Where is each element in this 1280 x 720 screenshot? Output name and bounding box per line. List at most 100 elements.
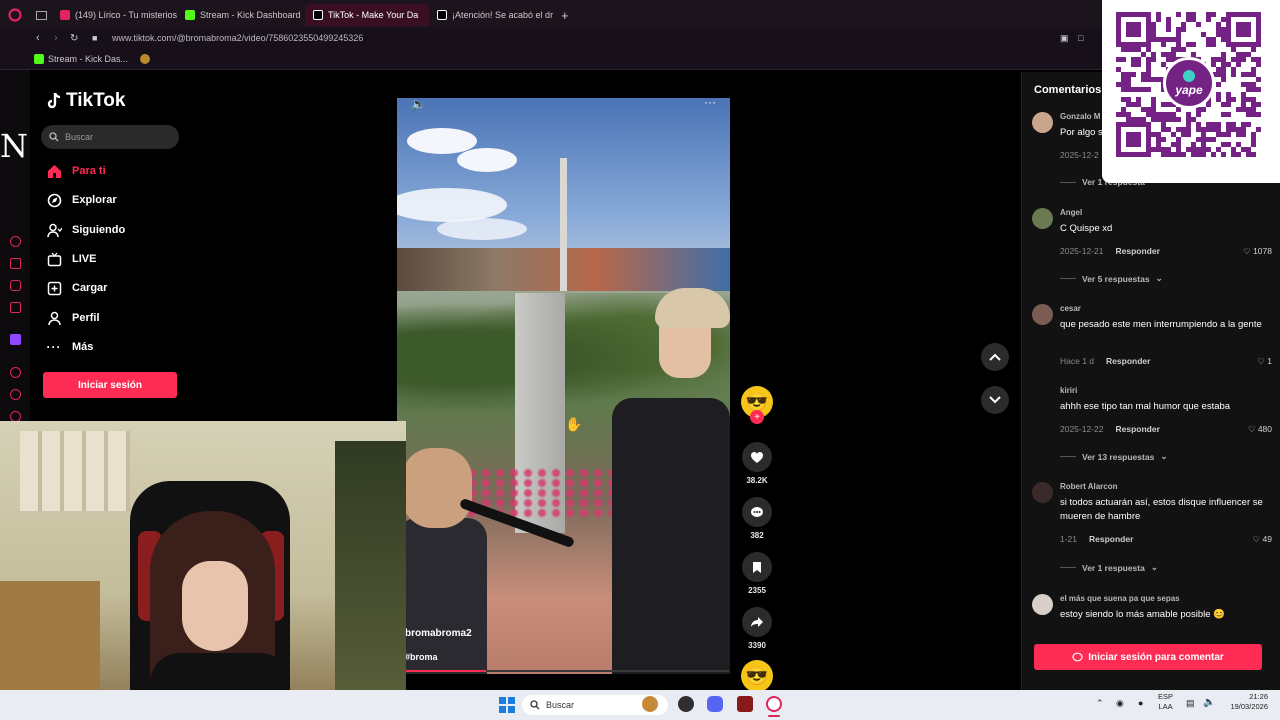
language-indicator[interactable]: ESP LAA <box>1158 692 1173 712</box>
comment-user[interactable]: Angel <box>1060 208 1082 217</box>
qr-module <box>1146 107 1151 112</box>
like-value: 480 <box>1257 424 1272 434</box>
reply-button[interactable]: Responder <box>1115 246 1159 256</box>
obs-icon[interactable] <box>678 696 694 712</box>
tab-tiktok[interactable]: TikTok - Make Your Da <box>305 4 429 26</box>
twitch-icon[interactable] <box>10 334 21 345</box>
forward-icon[interactable]: › <box>54 32 58 44</box>
video-more-icon[interactable]: ··· <box>704 98 716 109</box>
reply-button[interactable]: Responder <box>1089 534 1133 544</box>
tiktok-logo[interactable]: TikTok <box>46 90 125 112</box>
back-icon[interactable]: ‹ <box>36 32 40 44</box>
opera-icon[interactable] <box>766 696 782 712</box>
messenger-icon[interactable] <box>10 280 21 291</box>
qr-module <box>1131 117 1136 122</box>
reply-button[interactable]: Responder <box>1106 356 1150 366</box>
qr-module <box>1236 132 1241 137</box>
tab-tiktok-2[interactable]: ¡Atención! Se acabó el dra <box>429 4 553 26</box>
nav-perfil[interactable]: Perfil <box>46 310 100 326</box>
pinboard-icon[interactable] <box>10 302 21 313</box>
qr-module <box>1206 42 1211 47</box>
reply-button[interactable]: Responder <box>1115 424 1159 434</box>
reload-icon[interactable]: ↻ <box>70 33 78 44</box>
pin-icon[interactable]: ▣ <box>1060 33 1069 44</box>
nav-explorar[interactable]: Explorar <box>46 192 117 208</box>
new-tab-button[interactable]: + <box>553 4 577 26</box>
video-player[interactable]: 🔈 ··· <box>397 98 730 674</box>
nav-cargar[interactable]: Cargar <box>46 280 107 296</box>
comment-user[interactable]: cesar <box>1060 304 1081 313</box>
qr-module <box>1186 122 1191 127</box>
qr-module <box>1131 47 1136 52</box>
player-icon[interactable] <box>10 367 21 378</box>
opera-logo-icon[interactable] <box>0 0 30 30</box>
like-count[interactable]: ♡ 1078 <box>1243 246 1272 257</box>
avatar[interactable] <box>1032 304 1053 325</box>
qr-module <box>1236 107 1241 112</box>
video-progress[interactable] <box>405 670 729 672</box>
tray-network-icon[interactable]: ◉ <box>1116 698 1124 709</box>
qr-module <box>1146 62 1151 67</box>
bookmark-emoji-icon[interactable] <box>140 53 151 64</box>
save-button[interactable] <box>742 552 772 582</box>
url-field[interactable]: www.tiktok.com/@bromabroma2/video/758602… <box>112 33 363 43</box>
nav-live[interactable]: LIVE <box>46 251 96 267</box>
nav-siguiendo[interactable]: Siguiendo <box>46 222 125 238</box>
tab-kick[interactable]: Stream - Kick Dashboard <box>177 4 305 26</box>
comment-button[interactable] <box>742 497 772 527</box>
comment-user[interactable]: Gonzalo M <box>1060 112 1100 121</box>
qr-module <box>1206 12 1211 17</box>
share-button[interactable] <box>742 607 772 637</box>
qr-module <box>1126 122 1131 127</box>
view-replies-button[interactable]: Ver 13 respuestas ⌄ <box>1060 451 1167 462</box>
extensions-icon[interactable] <box>10 258 21 269</box>
avatar[interactable] <box>1032 112 1053 133</box>
qr-module <box>1216 72 1221 77</box>
qr-module <box>1256 57 1261 62</box>
tray-mic-icon[interactable]: ● <box>1138 698 1143 708</box>
avatar[interactable] <box>1032 594 1053 615</box>
app2-icon[interactable] <box>737 696 753 712</box>
qr-module <box>1146 132 1151 137</box>
nav-mas[interactable]: ··· Más <box>46 339 94 355</box>
bookmark-kick[interactable]: Stream - Kick Das... <box>34 53 128 64</box>
tray-chevron-icon[interactable]: ⌃ <box>1096 698 1104 709</box>
discord-icon[interactable] <box>707 696 723 712</box>
nav-para-ti[interactable]: Para ti <box>46 163 106 179</box>
view-replies-button[interactable]: Ver 5 respuestas ⌄ <box>1060 273 1163 284</box>
snapshot-icon[interactable]: □ <box>1078 33 1083 43</box>
sound-avatar[interactable]: 😎 <box>741 660 773 692</box>
avatar[interactable] <box>1032 482 1053 503</box>
video-hashtag[interactable]: #broma <box>405 652 438 662</box>
like-count[interactable]: ♡ 480 <box>1248 424 1272 435</box>
qr-module <box>1246 87 1251 92</box>
view-replies-button[interactable]: Ver 1 respuesta ⌄ <box>1060 562 1158 573</box>
volume-icon[interactable]: 🔈 <box>411 98 426 111</box>
video-author[interactable]: bromabroma2 <box>405 628 472 639</box>
login-to-comment-button[interactable]: Iniciar sesión para comentar <box>1034 644 1262 670</box>
tab-youtube[interactable]: (149) Lírico - Tu misterios <box>52 4 177 26</box>
comment-user[interactable]: Robert Alarcon <box>1060 482 1118 491</box>
qr-module <box>1126 27 1131 32</box>
qr-module <box>1246 32 1251 37</box>
next-video-button[interactable] <box>981 386 1009 414</box>
comment-user[interactable]: el más que suena pa que sepas <box>1060 594 1180 603</box>
windows-start-icon[interactable] <box>499 697 515 713</box>
prev-video-button[interactable] <box>981 343 1009 371</box>
search-input[interactable]: Buscar <box>41 125 179 149</box>
login-button[interactable]: Iniciar sesión <box>43 372 177 398</box>
avatar[interactable] <box>1032 208 1053 229</box>
comment-user[interactable]: kiriri <box>1060 386 1077 395</box>
like-count[interactable]: ♡ 49 <box>1253 534 1272 545</box>
clock[interactable]: 21:26 19/03/2026 <box>1224 692 1268 712</box>
history-icon[interactable] <box>10 236 21 247</box>
tray-wifi-icon[interactable]: ▤ <box>1186 698 1195 709</box>
tab-menu-icon[interactable] <box>30 0 52 30</box>
follow-plus-icon[interactable]: + <box>750 410 764 424</box>
qr-module <box>1131 62 1136 67</box>
clock-icon[interactable] <box>10 389 21 400</box>
like-count[interactable]: ♡ 1 <box>1257 356 1272 367</box>
like-button[interactable] <box>742 442 772 472</box>
tray-volume-icon[interactable]: 🔈 <box>1203 697 1215 708</box>
app-icon[interactable] <box>642 696 658 712</box>
